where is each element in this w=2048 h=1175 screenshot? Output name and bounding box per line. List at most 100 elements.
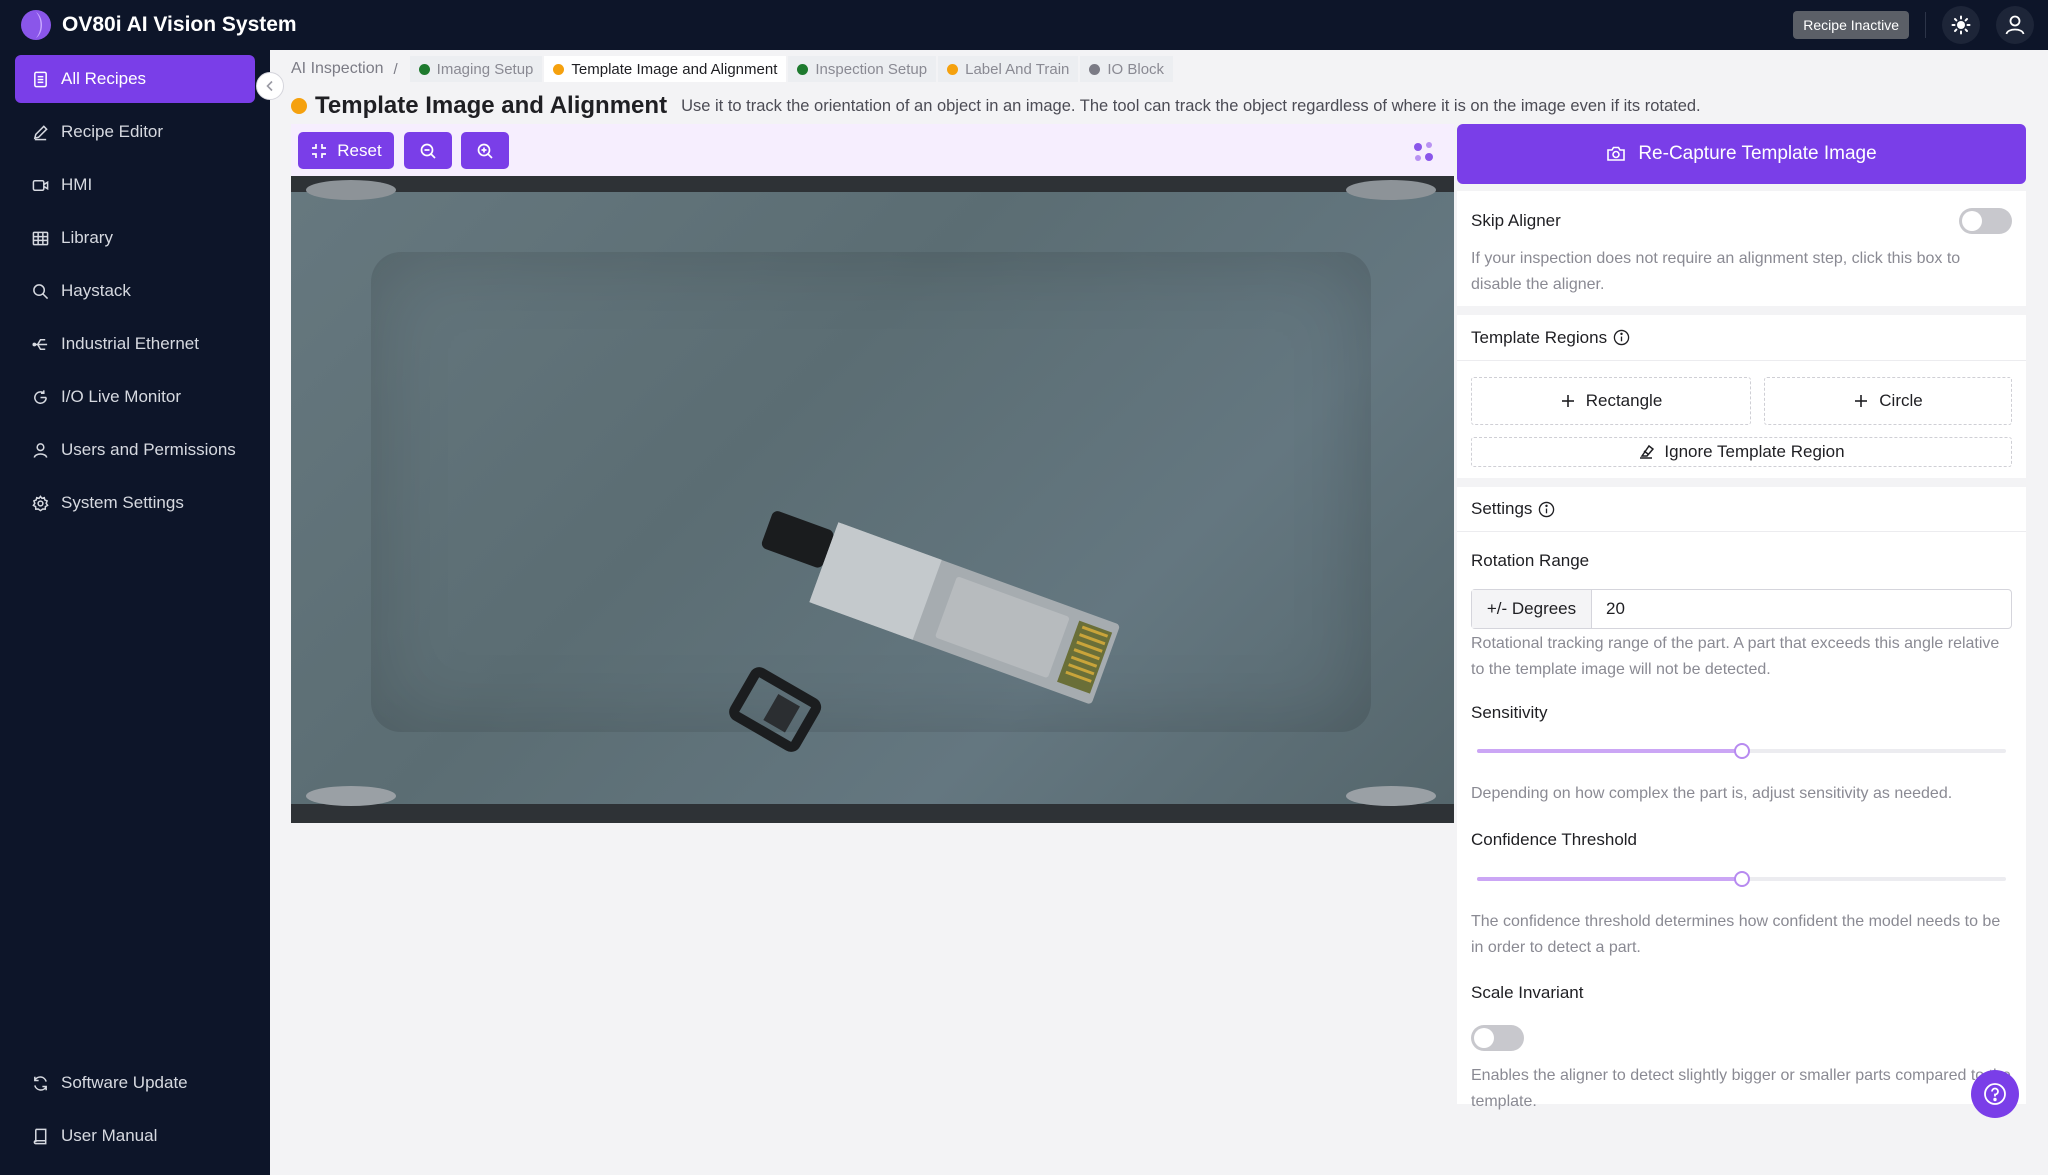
sidebar-item-industrial-ethernet[interactable]: Industrial Ethernet (15, 320, 255, 368)
step-inspection-setup[interactable]: Inspection Setup (788, 56, 937, 82)
sidebar-item-library[interactable]: Library (15, 214, 255, 262)
user-icon (2005, 15, 2025, 35)
info-icon[interactable] (1613, 329, 1630, 346)
skip-aligner-label: Skip Aligner (1471, 211, 1561, 230)
status-dot (418, 63, 430, 75)
template-regions-title: Template Regions (1471, 327, 1608, 347)
rotation-range-input[interactable]: 20 (1592, 590, 2011, 628)
skip-aligner-help: If your inspection does not require an a… (1471, 250, 1961, 293)
breadcrumb-root[interactable]: AI Inspection (291, 60, 384, 78)
step-label: Template Image and Alignment (571, 60, 778, 78)
page-title: Template Image and Alignment (315, 92, 668, 119)
plus-icon (1855, 395, 1868, 407)
recapture-template-button[interactable]: Re-Capture Template Image (1457, 124, 2026, 184)
chevron-left-icon (266, 80, 273, 92)
status-dot (1089, 63, 1101, 75)
add-circle-label: Circle (1879, 391, 1923, 410)
toolbar-divider (1925, 12, 1926, 38)
template-regions-label: Template Regions (1471, 328, 1630, 348)
sidebar-item-label: Industrial Ethernet (61, 334, 199, 353)
status-dot (797, 63, 809, 75)
eraser-icon (1640, 444, 1655, 459)
slider-handle[interactable] (1733, 743, 1750, 759)
scale-invariant-help: Enables the aligner to detect slightly b… (1471, 1067, 2011, 1110)
page-description: Use it to track the orientation of an ob… (681, 96, 1701, 115)
step-imaging-setup[interactable]: Imaging Setup (409, 56, 543, 82)
sidebar-item-recipe-editor[interactable]: Recipe Editor (15, 108, 255, 156)
document-icon (34, 71, 47, 87)
template-image-canvas[interactable] (291, 176, 1454, 823)
loose-clip (729, 667, 822, 752)
skip-aligner-toggle[interactable] (1959, 208, 2012, 234)
sidebar-item-hmi[interactable]: HMI (15, 161, 255, 209)
app-title: OV80i AI Vision System (62, 13, 297, 36)
sidebar-item-io-live-monitor[interactable]: I/O Live Monitor (15, 373, 255, 421)
sidebar-item-label: HMI (61, 175, 93, 194)
sidebar-item-label: User Manual (61, 1126, 158, 1145)
add-rectangle-button[interactable]: Rectangle (1471, 377, 1751, 425)
help-button[interactable] (1971, 1070, 2019, 1118)
ignore-template-region-label: Ignore Template Region (1664, 442, 1845, 461)
sidebar-item-all-recipes[interactable]: All Recipes (15, 55, 255, 103)
breadcrumb: AI Inspection / Imaging Setup Template I… (291, 56, 1175, 82)
template-image (291, 176, 1454, 823)
sidebar-item-user-manual[interactable]: User Manual (15, 1112, 255, 1160)
sensitivity-help: Depending on how complex the part is, ad… (1471, 785, 1953, 802)
settings-label: Settings (1471, 499, 1555, 519)
logo-icon (21, 10, 51, 40)
collapse-icon (312, 143, 327, 158)
add-rectangle-label: Rectangle (1585, 391, 1663, 410)
ignore-template-region-button[interactable]: Ignore Template Region (1471, 437, 2012, 467)
question-icon (1984, 1083, 2006, 1105)
gear-icon (32, 494, 49, 512)
settings-title: Settings (1471, 499, 1533, 518)
step-io-block[interactable]: IO Block (1080, 56, 1174, 82)
rotation-range-label: Rotation Range (1471, 551, 1590, 570)
zoom-in-icon (477, 143, 493, 159)
settings-card: Settings Rotation Range +/- Degrees 20 R… (1457, 487, 2026, 1110)
sync-icon (34, 1075, 47, 1091)
image-toolbar: Reset (291, 124, 1454, 176)
breadcrumb-separator: / (393, 60, 398, 78)
sfp-module (761, 511, 1120, 704)
sidebar-item-label: Software Update (61, 1073, 188, 1092)
camera-icon (1607, 146, 1626, 161)
zoom-in-button[interactable] (461, 132, 509, 169)
sidebar-item-users-and-permissions[interactable]: Users and Permissions (15, 426, 255, 474)
scale-invariant-label: Scale Invariant (1471, 983, 1584, 1002)
sensitivity-label: Sensitivity (1471, 703, 1548, 722)
slider-handle[interactable] (1733, 871, 1750, 887)
pencil-icon (33, 124, 48, 140)
recapture-label: Re-Capture Template Image (1638, 143, 1877, 164)
sun-icon (1951, 15, 1971, 35)
confidence-threshold-slider[interactable] (1471, 869, 2012, 889)
zoom-out-icon (420, 143, 436, 159)
sidebar-item-label: Library (61, 228, 113, 247)
page-header: Template Image and Alignment Use it to t… (291, 90, 1701, 122)
scale-invariant-toggle[interactable] (1471, 1025, 1524, 1051)
step-template-image-and-alignment[interactable]: Template Image and Alignment (544, 56, 787, 82)
sidebar-item-label: I/O Live Monitor (61, 387, 181, 406)
loading-dots-icon (1414, 142, 1433, 161)
rotation-range-help: Rotational tracking range of the part. A… (1471, 635, 2000, 678)
sidebar-item-haystack[interactable]: Haystack (15, 267, 255, 315)
sidebar-item-software-update[interactable]: Software Update (15, 1059, 255, 1107)
theme-toggle-button[interactable] (1942, 6, 1980, 44)
settings-panel: Re-Capture Template Image Skip Aligner I… (1457, 124, 2026, 1110)
sidebar-item-system-settings[interactable]: System Settings (15, 479, 255, 527)
sensitivity-slider[interactable] (1471, 741, 2012, 761)
user-avatar-button[interactable] (1996, 6, 2034, 44)
sidebar-collapse-button[interactable] (256, 72, 284, 100)
zoom-out-button[interactable] (404, 132, 452, 169)
slider-fill (1477, 877, 1742, 881)
status-dot (291, 98, 307, 114)
step-label-and-train[interactable]: Label And Train (938, 56, 1079, 82)
user-icon (33, 442, 48, 458)
confidence-threshold-help: The confidence threshold determines how … (1471, 913, 2001, 956)
network-icon (32, 338, 48, 350)
info-icon[interactable] (1538, 501, 1555, 518)
plus-icon (1561, 395, 1574, 407)
sidebar: All Recipes Recipe Editor HMI Library Ha… (0, 50, 270, 1175)
add-circle-button[interactable]: Circle (1764, 377, 2012, 425)
reset-button[interactable]: Reset (298, 132, 394, 169)
